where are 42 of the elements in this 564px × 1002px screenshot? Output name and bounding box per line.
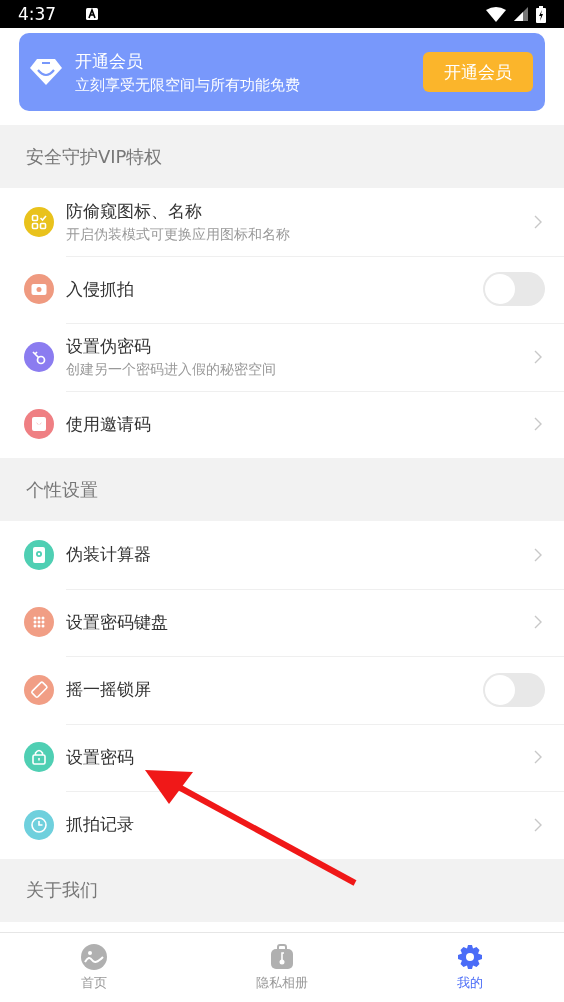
settings-icon — [457, 943, 483, 970]
settings-item[interactable]: 入侵抓拍 — [0, 255, 564, 323]
item-title: 设置密码键盘 — [66, 610, 169, 634]
section-title: 安全守护VIP特权 — [26, 144, 163, 169]
item-subtitle: 开启伪装模式可更换应用图标和名称 — [66, 225, 291, 244]
picture-circle-icon — [81, 943, 107, 970]
section-title: 个性设置 — [26, 477, 98, 502]
clock-time: 4:37 — [18, 4, 57, 24]
item-title: 防偷窥图标、名称 — [66, 199, 203, 223]
item-title: 入侵抓拍 — [66, 277, 135, 301]
bag-key-icon — [269, 943, 295, 970]
banner-title: 开通会员 — [75, 49, 144, 73]
notification-icon — [86, 8, 99, 20]
settings-item[interactable]: 摇一摇锁屏 — [0, 656, 564, 724]
item-title: 设置密码 — [66, 745, 135, 769]
chevron-icon — [534, 214, 542, 229]
settings-item[interactable]: 设置伪密码 创建另一个密码进入假的秘密空间 — [0, 323, 564, 391]
settings-item[interactable]: 防偷窥图标、名称 开启伪装模式可更换应用图标和名称 — [0, 188, 564, 256]
banner-subtitle: 立刻享受无限空间与所有功能免费 — [75, 75, 301, 95]
chevron-icon — [534, 615, 542, 630]
item-subtitle: 创建另一个密码进入假的秘密空间 — [66, 360, 277, 379]
chevron-icon — [534, 750, 542, 765]
section-title: 关于我们 — [26, 878, 98, 902]
item-title: 设置伪密码 — [66, 334, 152, 358]
item-title: 抓拍记录 — [66, 813, 135, 837]
settings-item[interactable]: 抓拍记录 — [0, 791, 564, 859]
settings-item[interactable]: 设置密码键盘 — [0, 588, 564, 656]
chevron-icon — [534, 417, 542, 432]
settings-item[interactable]: 设置密码 — [0, 723, 564, 791]
item-title: 伪装计算器 — [66, 543, 152, 567]
item-title: 使用邀请码 — [66, 412, 152, 436]
chevron-icon — [534, 349, 542, 364]
diamond-icon — [30, 58, 62, 86]
wifi-icon — [486, 6, 506, 22]
signal-icon — [514, 7, 528, 21]
settings-item[interactable]: 使用邀请码 — [0, 390, 564, 458]
chevron-icon — [534, 817, 542, 832]
nav-tab[interactable]: 我的 — [376, 933, 564, 1002]
chevron-icon — [534, 547, 542, 562]
item-title: 摇一摇锁屏 — [66, 678, 152, 702]
battery-icon — [536, 5, 546, 23]
settings-item[interactable]: 伪装计算器 — [0, 521, 564, 589]
